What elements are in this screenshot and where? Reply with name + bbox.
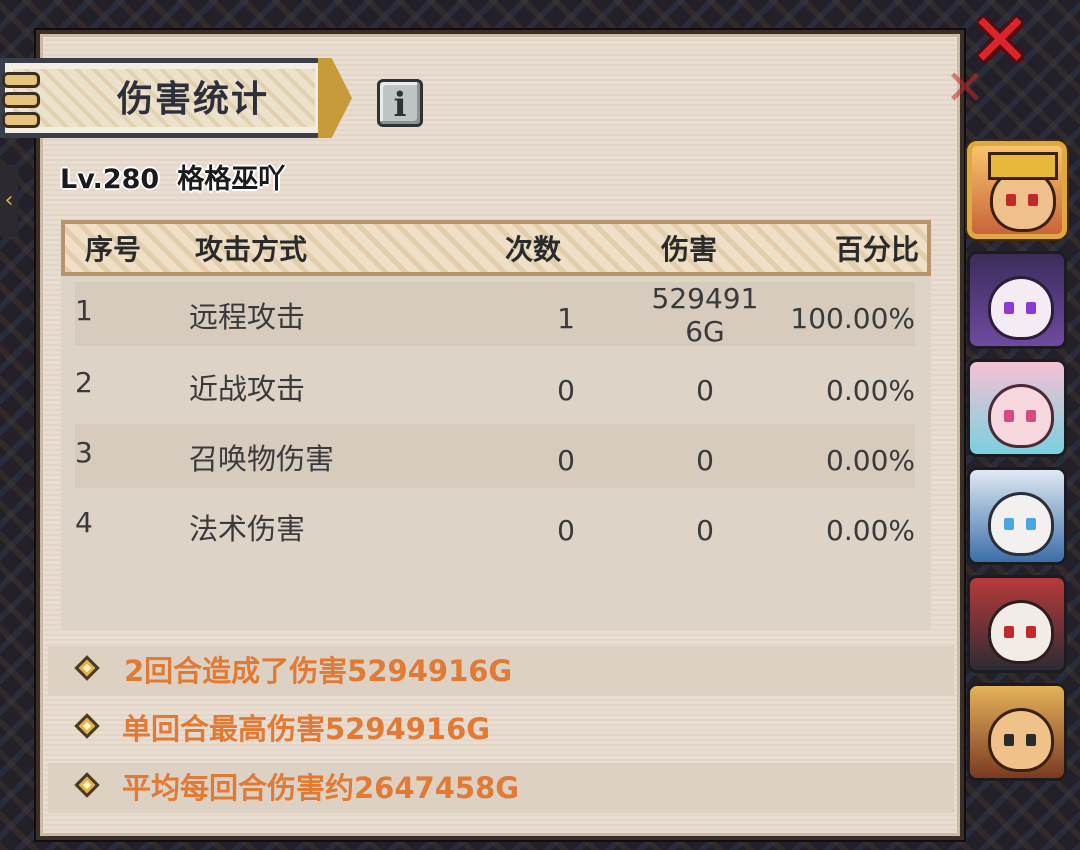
hero-face [988, 492, 1054, 556]
hero-eye [1026, 626, 1036, 638]
notebook-ring-icon [2, 112, 40, 128]
hero-eye [1004, 626, 1014, 638]
hero-eye [1006, 194, 1016, 206]
row-count: 0 [557, 444, 575, 477]
header-percent: 百分比 [835, 233, 920, 266]
row-count: 1 [557, 302, 575, 335]
hero-avatar-6[interactable] [967, 683, 1067, 781]
close-button[interactable]: ✕ [965, 4, 1035, 78]
hero-eye [1028, 194, 1038, 206]
row-damage: 5294916G [651, 282, 759, 348]
row-index: 1 [75, 294, 93, 327]
diamond-bullet-icon [74, 713, 100, 739]
crown-icon [988, 152, 1058, 180]
row-percent: 0.00% [826, 444, 915, 477]
hero-eye [1026, 734, 1036, 746]
row-damage: 0 [696, 514, 714, 547]
hero-avatar-1[interactable] [967, 141, 1067, 239]
row-attack-type: 近战攻击 [189, 372, 306, 406]
page-title: 伤害统计 [116, 79, 269, 120]
damage-table: 序号 攻击方式 次数 伤害 百分比 1 远程攻击 1 5294916G 100.… [61, 220, 931, 630]
header-attack-type: 攻击方式 [195, 233, 308, 266]
row-attack-type: 远程攻击 [189, 300, 306, 334]
table-row: 2 近战攻击 0 0 0.00% [75, 354, 915, 418]
hero-face [988, 276, 1054, 340]
hero-face [988, 384, 1054, 448]
table-row: 3 召唤物伤害 0 0 0.00% [75, 424, 915, 488]
row-count: 0 [557, 514, 575, 547]
row-percent: 0.00% [826, 514, 915, 547]
table-row: 1 远程攻击 1 5294916G 100.00% [75, 282, 915, 348]
hero-avatar-2[interactable] [967, 251, 1067, 349]
row-attack-type: 法术伤害 [189, 512, 306, 546]
row-index: 4 [75, 506, 93, 539]
row-percent: 0.00% [826, 374, 915, 407]
summary-line: 平均每回合伤害约2647458G [48, 763, 954, 813]
row-damage: 0 [696, 444, 714, 477]
close-icon: ✕ [968, 0, 1031, 84]
summary-line: 单回合最高伤害5294916G [48, 704, 954, 754]
info-button[interactable]: i [377, 79, 423, 127]
hero-eye [1004, 518, 1014, 530]
row-count: 0 [557, 374, 575, 407]
row-percent: 100.00% [790, 302, 915, 335]
hero-eye [1004, 410, 1014, 422]
hero-avatar-3[interactable] [967, 359, 1067, 457]
diamond-bullet-icon [74, 772, 100, 798]
player-name: 格格巫吖 [177, 164, 286, 195]
notebook-ring-icon [2, 72, 40, 88]
header-index: 序号 [85, 233, 142, 266]
row-attack-type: 召唤物伤害 [189, 442, 335, 476]
summary-total-damage: 2回合造成了伤害5294916G [124, 654, 513, 688]
hero-avatar-4[interactable] [967, 467, 1067, 565]
hero-eye [1004, 734, 1014, 746]
row-damage: 0 [696, 374, 714, 407]
row-index: 2 [75, 366, 93, 399]
hero-eye [1026, 410, 1036, 422]
player-level: Lv.280 [60, 164, 160, 195]
info-icon: i [393, 85, 407, 125]
hero-face [988, 708, 1054, 772]
hero-face [988, 600, 1054, 664]
table-header: 序号 攻击方式 次数 伤害 百分比 [61, 220, 931, 276]
player-info: Lv.280 格格巫吖 [60, 160, 303, 200]
hero-eye [1026, 518, 1036, 530]
summary-average-damage: 平均每回合伤害约2647458G [122, 771, 520, 805]
hero-eye [1026, 302, 1036, 314]
summary-line: 2回合造成了伤害5294916G [48, 646, 954, 696]
summary-max-round-damage: 单回合最高伤害5294916G [122, 712, 491, 746]
diamond-bullet-icon [74, 655, 100, 681]
hero-eye [1004, 302, 1014, 314]
table-row: 4 法术伤害 0 0 0.00% [75, 494, 915, 558]
header-count: 次数 [505, 233, 562, 266]
header-damage: 伤害 [661, 233, 718, 266]
left-arrow-icon[interactable]: ‹ [0, 165, 18, 237]
hero-avatar-5[interactable] [967, 575, 1067, 673]
row-index: 3 [75, 436, 93, 469]
notebook-ring-icon [2, 92, 40, 108]
